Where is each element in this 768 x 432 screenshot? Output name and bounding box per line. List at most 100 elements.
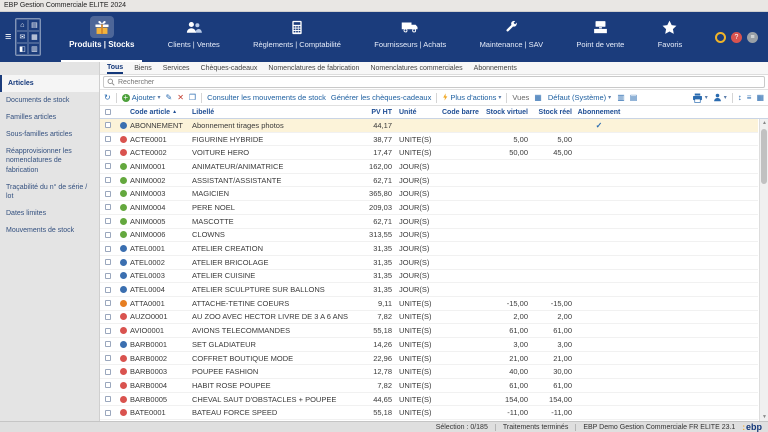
hamburger-menu-icon[interactable]: ≡ xyxy=(5,31,11,43)
table-row[interactable]: ATTA0001 ATTACHE-TETINE COEURS 9,11 UNIT… xyxy=(100,297,758,311)
table-row[interactable]: ACTE0002 VOITURE HERO 17,47 UNITE(S) 50,… xyxy=(100,146,758,160)
table-row[interactable]: BARB0002 COFFRET BOUTIQUE MODE 22,96 UNI… xyxy=(100,352,758,366)
manage-views-icon[interactable]: ▤ xyxy=(630,93,638,102)
sidebar-item-documents-de-stock[interactable]: Documents de stock xyxy=(0,92,99,109)
row-checkbox[interactable] xyxy=(105,300,111,306)
notifications-icon[interactable] xyxy=(715,32,726,43)
select-all-checkbox[interactable] xyxy=(105,109,111,115)
table-row[interactable]: AVIO0001 AVIONS TELECOMMANDES 55,18 UNIT… xyxy=(100,324,758,338)
subtab-abonnements[interactable]: Abonnements xyxy=(474,62,517,74)
more-actions-button[interactable]: Plus d'actions ▾ xyxy=(442,93,501,103)
row-checkbox[interactable] xyxy=(105,287,111,293)
subtab-services[interactable]: Services xyxy=(163,62,190,74)
row-checkbox[interactable] xyxy=(105,410,111,416)
list-icon[interactable]: ▤ xyxy=(28,19,40,31)
table-row[interactable]: ABONNEMENT Abonnement tirages photos 44,… xyxy=(100,119,758,133)
sidebar-item-sous-familles-articles[interactable]: Sous-familles articles xyxy=(0,126,99,143)
table-row[interactable]: ATEL0004 ATELIER SCULPTURE SUR BALLONS 3… xyxy=(100,283,758,297)
nav-tab-point-de-vente[interactable]: Point de vente xyxy=(568,12,632,62)
scroll-up-icon[interactable]: ▲ xyxy=(760,120,768,126)
nav-tab-reglements-comptabilite[interactable]: Règlements | Comptabilité xyxy=(245,12,349,62)
row-checkbox[interactable] xyxy=(105,369,111,375)
subtab-cheques-cadeaux[interactable]: Chèques-cadeaux xyxy=(201,62,258,74)
header-stock-reel[interactable]: Stock réel xyxy=(528,106,572,118)
row-checkbox[interactable] xyxy=(105,259,111,265)
grid-icon[interactable]: ▦ xyxy=(28,31,40,43)
header-code-article[interactable]: Code article ▲ xyxy=(130,106,192,118)
row-checkbox[interactable] xyxy=(105,218,111,224)
table-row[interactable]: ANIM0001 ANIMATEUR/ANIMATRICE 162,00 JOU… xyxy=(100,160,758,174)
scroll-down-icon[interactable]: ▼ xyxy=(760,414,768,420)
table-row[interactable]: AUZO0001 AU ZOO AVEC HECTOR LIVRE DE 3 A… xyxy=(100,311,758,325)
header-code-barre[interactable]: Code barre xyxy=(438,106,480,118)
row-checkbox[interactable] xyxy=(105,177,111,183)
table-row[interactable]: ATEL0001 ATELIER CREATION 31,35 JOUR(S) xyxy=(100,242,758,256)
nav-tab-fournisseurs-achats[interactable]: Fournisseurs | Achats xyxy=(366,12,454,62)
profile-icon[interactable]: ≡ xyxy=(747,32,758,43)
edit-icon[interactable]: ✎ xyxy=(165,93,172,102)
table-row[interactable]: BARB0001 SET GLADIATEUR 14,26 UNITE(S) 3… xyxy=(100,338,758,352)
header-abonnement[interactable]: Abonnement xyxy=(572,106,626,118)
row-checkbox[interactable] xyxy=(105,341,111,347)
table-row[interactable]: ATEL0003 ATELIER CUISINE 31,35 JOUR(S) xyxy=(100,270,758,284)
subtab-nomenclatures-fabrication[interactable]: Nomenclatures de fabrication xyxy=(268,62,359,74)
nav-tab-clients-ventes[interactable]: Clients | Ventes xyxy=(160,12,228,62)
row-checkbox[interactable] xyxy=(105,355,111,361)
export-button[interactable]: ▾ xyxy=(713,93,727,102)
add-button[interactable]: + Ajouter ▾ xyxy=(122,93,161,102)
columns-icon[interactable]: ▦ xyxy=(756,93,764,102)
views-dropdown[interactable]: Défaut (Système) ▾ xyxy=(547,92,612,103)
header-stock-virtuel[interactable]: Stock virtuel xyxy=(480,106,528,118)
row-checkbox[interactable] xyxy=(105,204,111,210)
nav-tab-maintenance-sav[interactable]: Maintenance | SAV xyxy=(472,12,552,62)
row-checkbox[interactable] xyxy=(105,382,111,388)
sidebar-item-reapprovisionner[interactable]: Réapprovisionner les nomenclatures de fa… xyxy=(0,143,99,178)
table-row[interactable]: ANIM0005 MASCOTTE 62,71 JOUR(S) xyxy=(100,215,758,229)
sidebar-item-tracabilite[interactable]: Traçabilité du n° de série / lot xyxy=(0,179,99,205)
sidebar-item-mouvements-de-stock[interactable]: Mouvements de stock xyxy=(0,222,99,239)
row-checkbox[interactable] xyxy=(105,246,111,252)
nav-tab-favoris[interactable]: Favoris xyxy=(650,12,691,62)
sidebar-item-familles-articles[interactable]: Familles articles xyxy=(0,109,99,126)
row-checkbox[interactable] xyxy=(105,150,111,156)
subtab-nomenclatures-commerciales[interactable]: Nomenclatures commerciales xyxy=(370,62,462,74)
table-row[interactable]: ANIM0002 ASSISTANT/ASSISTANTE 62,71 JOUR… xyxy=(100,174,758,188)
scrollbar-thumb[interactable] xyxy=(761,129,767,184)
sidebar-item-articles[interactable]: Articles xyxy=(0,75,99,92)
row-checkbox[interactable] xyxy=(105,273,111,279)
print-button[interactable]: ▾ xyxy=(692,93,708,103)
vertical-scrollbar[interactable]: ▲ ▼ xyxy=(759,119,768,421)
help-icon[interactable]: ? xyxy=(731,32,742,43)
table-row[interactable]: ANIM0003 MAGICIEN 365,80 JOUR(S) xyxy=(100,187,758,201)
table-row[interactable]: ACTE0001 FIGURINE HYBRIDE 38,77 UNITE(S)… xyxy=(100,133,758,147)
row-checkbox[interactable] xyxy=(105,163,111,169)
table-row[interactable]: BARB0005 CHEVAL SAUT D'OBSTACLES + POUPE… xyxy=(100,393,758,407)
table-row[interactable]: ANIM0004 PERE NOEL 209,03 JOUR(S) xyxy=(100,201,758,215)
subtab-biens[interactable]: Biens xyxy=(134,62,152,74)
home-icon[interactable]: ⌂ xyxy=(16,19,28,31)
sort-icon[interactable]: ↕ xyxy=(738,93,742,102)
calendar-icon[interactable]: ▥ xyxy=(28,43,40,55)
sidebar-item-dates-limites[interactable]: Dates limites xyxy=(0,205,99,222)
header-libelle[interactable]: Libellé xyxy=(192,106,352,118)
group-icon[interactable]: ≡ xyxy=(747,93,752,102)
row-checkbox[interactable] xyxy=(105,191,111,197)
table-row[interactable]: BATE0001 BATEAU FORCE SPEED 55,18 UNITE(… xyxy=(100,406,758,420)
copy-icon[interactable]: ❐ xyxy=(189,93,196,102)
table-row[interactable]: ANIM0006 CLOWNS 313,55 JOUR(S) xyxy=(100,229,758,243)
report-icon[interactable]: ◧ xyxy=(16,43,28,55)
table-row[interactable]: BARB0004 HABIT ROSE POUPEE 7,82 UNITE(S)… xyxy=(100,379,758,393)
row-checkbox[interactable] xyxy=(105,232,111,238)
save-view-icon[interactable]: ▥ xyxy=(617,93,625,102)
row-checkbox[interactable] xyxy=(105,396,111,402)
delete-icon[interactable]: ✕ xyxy=(177,93,184,102)
row-checkbox[interactable] xyxy=(105,122,111,128)
row-checkbox[interactable] xyxy=(105,314,111,320)
row-checkbox[interactable] xyxy=(105,136,111,142)
consult-stock-movements-button[interactable]: Consulter les mouvements de stock xyxy=(207,93,326,102)
generate-gift-cheques-button[interactable]: Générer les chèques-cadeaux xyxy=(331,93,431,102)
row-checkbox[interactable] xyxy=(105,328,111,334)
refresh-icon[interactable]: ↻ xyxy=(104,93,111,102)
search-input[interactable] xyxy=(118,79,761,86)
nav-tab-produits-stocks[interactable]: Produits | Stocks xyxy=(61,12,142,62)
